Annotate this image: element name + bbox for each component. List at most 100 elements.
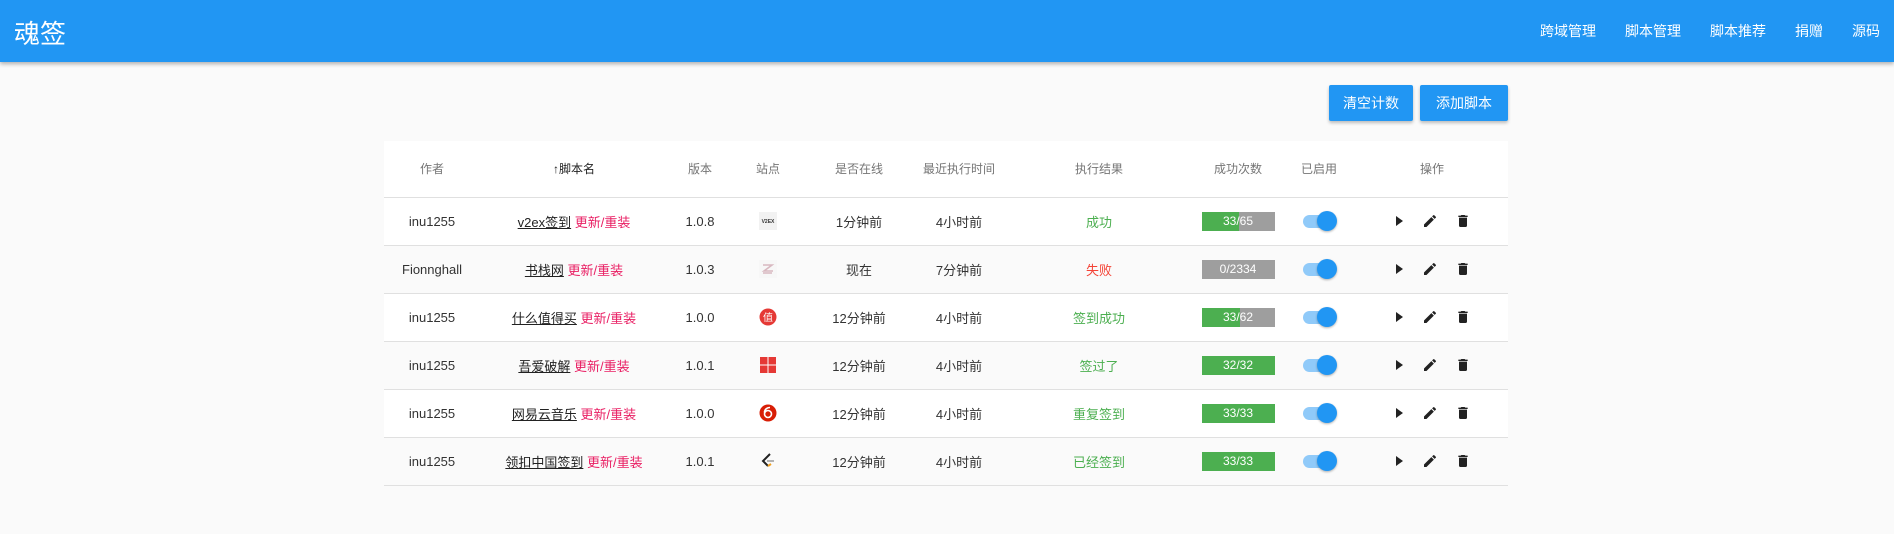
script-name-link[interactable]: v2ex签到 [518, 215, 571, 230]
last-run: 4小时前 [914, 293, 1004, 342]
result: 已经签到 [1004, 437, 1194, 486]
script-name-cell: 书栈网 更新/重装 [480, 245, 668, 294]
enabled-toggle[interactable] [1301, 259, 1337, 279]
table-row: inu1255 领扣中国签到 更新/重装 1.0.1 12分钟前 4小时前 已经… [384, 437, 1508, 486]
edit-icon[interactable] [1422, 309, 1438, 325]
update-reinstall-link[interactable]: 更新/重装 [581, 311, 637, 326]
nav-cors-management[interactable]: 跨域管理 [1540, 21, 1596, 41]
enabled-cell [1282, 437, 1356, 486]
delete-icon[interactable] [1455, 213, 1471, 229]
run-icon[interactable] [1393, 454, 1405, 468]
success-count-cell: 33/65 [1194, 197, 1282, 246]
result: 重复签到 [1004, 389, 1194, 438]
script-name-link[interactable]: 书栈网 [525, 263, 564, 278]
col-result[interactable]: 执行结果 [1004, 141, 1194, 198]
scripts-table: 作者 ↑脚本名 版本 站点 是否在线 最近执行时间 执行结果 成功次数 已启用 … [384, 141, 1508, 486]
delete-icon[interactable] [1455, 405, 1471, 421]
site-cell: 值 [732, 293, 804, 342]
update-reinstall-link[interactable]: 更新/重装 [575, 215, 631, 230]
update-reinstall-link[interactable]: 更新/重装 [574, 359, 630, 374]
edit-icon[interactable] [1422, 453, 1438, 469]
version: 1.0.1 [668, 437, 732, 486]
actions-cell [1356, 389, 1508, 438]
run-icon[interactable] [1393, 262, 1405, 276]
result: 签到成功 [1004, 293, 1194, 342]
edit-icon[interactable] [1422, 261, 1438, 277]
smzdm-icon[interactable]: 值 [759, 308, 777, 326]
run-icon[interactable] [1393, 310, 1405, 324]
enabled-toggle[interactable] [1301, 451, 1337, 471]
edit-icon[interactable] [1422, 405, 1438, 421]
actions-cell [1356, 197, 1508, 246]
nav-script-recommend[interactable]: 脚本推荐 [1710, 21, 1766, 41]
enabled-toggle[interactable] [1301, 307, 1337, 327]
add-script-button[interactable]: 添加脚本 [1420, 85, 1508, 121]
nav-donate[interactable]: 捐赠 [1795, 21, 1823, 41]
edit-icon[interactable] [1422, 357, 1438, 373]
script-name-cell: v2ex签到 更新/重装 [480, 197, 668, 246]
col-script-name[interactable]: ↑脚本名 [480, 141, 668, 198]
delete-icon[interactable] [1455, 309, 1471, 325]
52pojie-icon[interactable] [759, 356, 777, 373]
online: 12分钟前 [804, 341, 914, 390]
update-reinstall-link[interactable]: 更新/重装 [581, 407, 637, 422]
success-count-label: 0/2334 [1219, 261, 1257, 276]
site-cell [732, 389, 804, 438]
clear-count-button[interactable]: 清空计数 [1329, 85, 1413, 121]
version: 1.0.1 [668, 341, 732, 390]
col-enabled[interactable]: 已启用 [1282, 141, 1356, 198]
update-reinstall-link[interactable]: 更新/重装 [568, 263, 624, 278]
online: 12分钟前 [804, 389, 914, 438]
last-run: 4小时前 [914, 389, 1004, 438]
table-row: inu1255 吾爱破解 更新/重装 1.0.1 12分钟前 4小时前 签过了 … [384, 341, 1508, 390]
svg-text:V2EX: V2EX [762, 219, 775, 225]
script-name-cell: 网易云音乐 更新/重装 [480, 389, 668, 438]
author: inu1255 [384, 341, 480, 390]
run-icon[interactable] [1393, 406, 1405, 420]
update-reinstall-link[interactable]: 更新/重装 [587, 455, 643, 470]
online: 1分钟前 [804, 197, 914, 246]
script-name-link[interactable]: 吾爱破解 [518, 359, 570, 374]
site-cell [732, 341, 804, 390]
netease-music-icon[interactable] [759, 404, 777, 422]
col-success-count[interactable]: 成功次数 [1194, 141, 1282, 198]
table-row: inu1255 v2ex签到 更新/重装 1.0.8 V2EX 1分钟前 4小时… [384, 197, 1508, 246]
script-name-link[interactable]: 网易云音乐 [512, 407, 577, 422]
delete-icon[interactable] [1455, 261, 1471, 277]
script-name-link[interactable]: 什么值得买 [512, 311, 577, 326]
script-name-link[interactable]: 领扣中国签到 [505, 455, 583, 470]
online: 现在 [804, 245, 914, 294]
top-app-bar: 魂签 跨域管理 脚本管理 脚本推荐 捐赠 源码 [0, 0, 1894, 62]
success-count-label: 32/32 [1222, 357, 1254, 372]
col-last-run[interactable]: 最近执行时间 [914, 141, 1004, 198]
site-cell [732, 437, 804, 486]
nav-source[interactable]: 源码 [1852, 21, 1880, 41]
delete-icon[interactable] [1455, 357, 1471, 373]
success-count-label: 33/33 [1222, 405, 1254, 420]
col-author[interactable]: 作者 [384, 141, 480, 198]
nav-script-management[interactable]: 脚本管理 [1625, 21, 1681, 41]
edit-icon[interactable] [1422, 213, 1438, 229]
v2ex-icon[interactable]: V2EX [759, 212, 777, 230]
online: 12分钟前 [804, 437, 914, 486]
svg-text:值: 值 [763, 311, 773, 324]
bookstack-icon[interactable] [759, 260, 777, 278]
leetcode-icon[interactable] [759, 452, 777, 467]
actions-cell [1356, 437, 1508, 486]
run-icon[interactable] [1393, 214, 1405, 228]
col-online[interactable]: 是否在线 [804, 141, 914, 198]
col-site[interactable]: 站点 [732, 141, 804, 198]
table-row: inu1255 网易云音乐 更新/重装 1.0.0 12分钟前 4小时前 重复签… [384, 389, 1508, 438]
col-version[interactable]: 版本 [668, 141, 732, 198]
result: 成功 [1004, 197, 1194, 246]
enabled-toggle[interactable] [1301, 211, 1337, 231]
actions-cell [1356, 245, 1508, 294]
author: Fionnghall [384, 245, 480, 294]
enabled-toggle[interactable] [1301, 355, 1337, 375]
enabled-toggle[interactable] [1301, 403, 1337, 423]
success-count-bar: 33/62 [1201, 307, 1275, 327]
success-count-bar: 0/2334 [1201, 259, 1275, 279]
delete-icon[interactable] [1455, 453, 1471, 469]
col-actions: 操作 [1356, 141, 1508, 198]
run-icon[interactable] [1393, 358, 1405, 372]
